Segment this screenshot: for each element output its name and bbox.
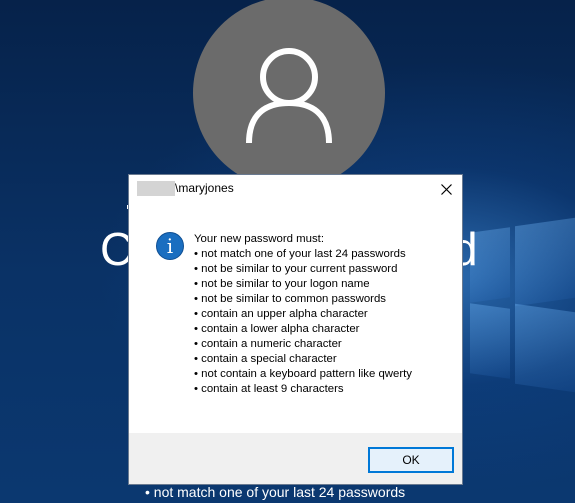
message-intro: Your new password must: <box>194 233 325 245</box>
redacted-domain <box>137 181 175 196</box>
dialog-titlebar: \maryjones <box>129 175 462 203</box>
background-light-panel <box>515 303 575 393</box>
dialog-message: Your new password must: • not match one … <box>194 232 412 397</box>
info-icon: i <box>156 232 184 260</box>
rule-item: • contain a numeric character <box>194 338 342 350</box>
rule-item: • not contain a keyboard pattern like qw… <box>194 368 413 380</box>
user-icon <box>246 48 332 143</box>
close-icon <box>440 183 452 195</box>
rule-item: • not be similar to common passwords <box>194 293 387 305</box>
rule-item: • contain an upper alpha character <box>194 308 368 320</box>
close-button[interactable] <box>436 179 456 199</box>
password-policy-dialog: \maryjones i Your new password must: • n… <box>128 174 463 485</box>
background-light-panel <box>515 217 575 307</box>
rule-item: • not be similar to your logon name <box>194 278 370 290</box>
user-avatar <box>193 0 385 189</box>
ok-button[interactable]: OK <box>368 447 454 473</box>
rule-item: • contain at least 9 characters <box>194 383 344 395</box>
dialog-title: \maryjones <box>175 181 234 195</box>
background-light-panel <box>470 303 510 379</box>
rule-item: • contain a special character <box>194 353 337 365</box>
rule-item: • not be similar to your current passwor… <box>194 263 398 275</box>
rule-item: • contain a lower alpha character <box>194 323 360 335</box>
background-rule-text: • not match one of your last 24 password… <box>145 484 406 500</box>
rule-item: • not match one of your last 24 password… <box>194 248 406 260</box>
